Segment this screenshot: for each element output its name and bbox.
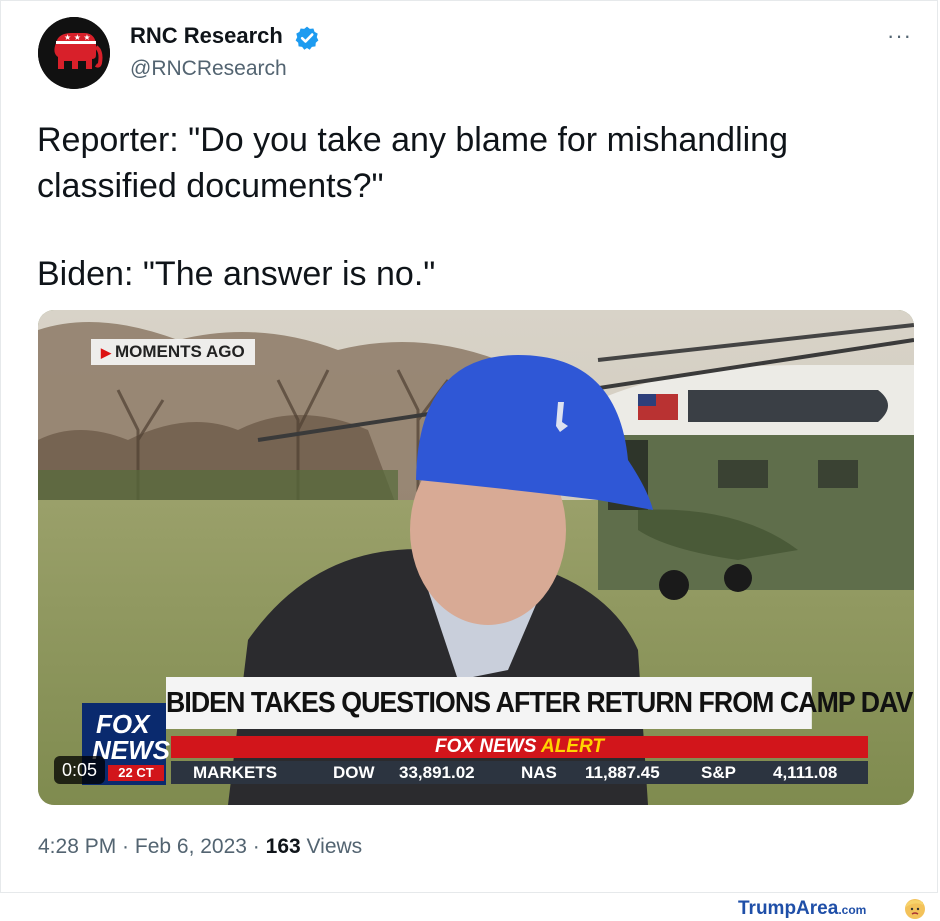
- views-count: 163: [265, 835, 301, 858]
- video-frame: [38, 310, 914, 805]
- ticker-dow-label: DOW: [333, 763, 375, 782]
- tweet-text: Reporter: "Do you take any blame for mis…: [37, 117, 897, 297]
- more-icon[interactable]: ···: [887, 23, 912, 49]
- author-handle[interactable]: @RNCResearch: [130, 57, 287, 81]
- elephant-logo-icon: ★ ★ ★: [38, 17, 110, 89]
- alert-fox-news: FOX NEWS: [435, 736, 537, 757]
- fox-logo-time: 22 CT: [108, 765, 164, 781]
- moments-ago-tag: ▶ MOMENTS AGO: [91, 339, 255, 365]
- avatar[interactable]: ★ ★ ★: [38, 17, 110, 89]
- alert-bar: FOX NEWS ALERT: [171, 736, 868, 758]
- ticker-sp-value: 4,111.08: [773, 763, 838, 782]
- views-label: Views: [306, 835, 363, 858]
- ticker-nas-label: NAS: [521, 763, 557, 782]
- watermark-domain: .com: [838, 903, 867, 917]
- tweet-card: ★ ★ ★ RNC Research @RNCResearch ··· Repo…: [0, 0, 938, 893]
- ticker-markets: MARKETS: [193, 763, 278, 782]
- tweet-meta: 4:28 PM · Feb 6, 2023 · 163 Views: [38, 835, 362, 859]
- tweet-text-line-2: Biden: "The answer is no.": [37, 255, 436, 293]
- market-ticker: MARKETS DOW 33,891.02 NAS 11,887.45 S&P …: [171, 761, 868, 784]
- moments-ago-label: MOMENTS AGO: [115, 342, 245, 361]
- author-name[interactable]: RNC Research: [130, 23, 283, 49]
- video-player[interactable]: ▶ MOMENTS AGO FOX NEWS 22 CT BIDEN TAKES …: [38, 310, 914, 805]
- ticker-nas-value: 11,887.45: [585, 763, 660, 782]
- timestamp[interactable]: 4:28 PM · Feb 6, 2023 ·: [38, 835, 260, 858]
- svg-text:★ ★ ★: ★ ★ ★: [64, 33, 91, 42]
- verified-badge-icon: [295, 26, 319, 50]
- watermark-brand: TrumpArea: [738, 898, 839, 919]
- watermark: TrumpArea.com: [738, 898, 866, 920]
- ticker-sp-label: S&P: [701, 763, 736, 782]
- tweet-text-line-1: Reporter: "Do you take any blame for mis…: [37, 121, 789, 205]
- video-duration: 0:05: [54, 756, 106, 784]
- trumparea-face-icon: [905, 899, 925, 919]
- alert-word: ALERT: [540, 736, 604, 757]
- ticker-dow-value: 33,891.02: [399, 763, 475, 782]
- chyron-headline: BIDEN TAKES QUESTIONS AFTER RETURN FROM …: [166, 677, 914, 729]
